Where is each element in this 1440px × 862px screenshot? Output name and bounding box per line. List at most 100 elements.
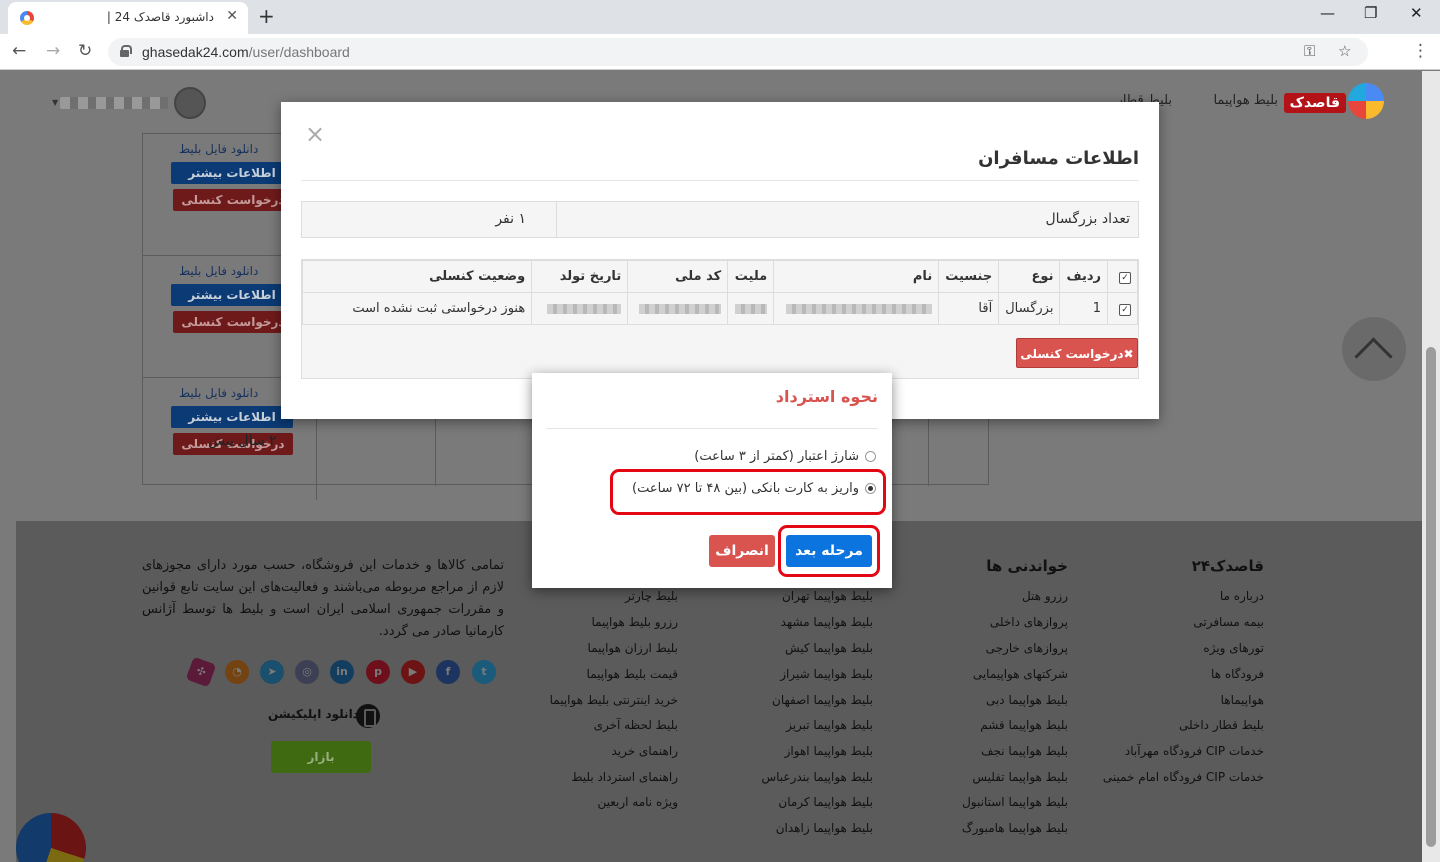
footer-heading: قاصدک۲۴	[1191, 557, 1264, 575]
footer-link[interactable]: تورهای ویژه	[1203, 641, 1264, 655]
more-info-button[interactable]: اطلاعات بیشتر	[171, 406, 293, 428]
rss-icon[interactable]: ◔	[225, 660, 249, 684]
footer-link[interactable]: بلیط هواپیما نجف	[981, 744, 1068, 758]
footer-link[interactable]: پروازهای خارجی	[986, 641, 1068, 655]
footer-link[interactable]: راهنمای خرید	[611, 744, 678, 758]
dialog-title: نحوه استرداد	[775, 387, 878, 406]
youtube-icon[interactable]: ▶	[401, 660, 425, 684]
footer-link[interactable]: رزرو هتل	[1022, 589, 1068, 603]
new-tab-icon[interactable]: +	[258, 4, 275, 28]
footer-link[interactable]: بلیط هواپیما اصفهان	[772, 693, 873, 707]
download-ticket-link[interactable]: دانلود فایل بلیط	[179, 142, 258, 156]
footer-link[interactable]: خرید اینترنتی بلیط هواپیما	[550, 693, 678, 707]
column-header: وضعیت کنسلی	[301, 260, 533, 293]
row-index: 1	[1059, 292, 1108, 325]
logo-icon	[1348, 83, 1384, 119]
restore-icon[interactable]: ❐	[1364, 4, 1377, 22]
footer-link[interactable]: ویژه نامه اربعین	[597, 795, 678, 809]
cancel-request-button[interactable]: درخواست کنسلی	[173, 311, 293, 333]
footer-link[interactable]: بلیط هواپیما استانبول	[962, 795, 1068, 809]
scrollbar-thumb[interactable]	[1426, 347, 1436, 847]
request-cancel-label: درخواست کنسلی	[1020, 347, 1124, 361]
aparat-icon[interactable]: ✣	[185, 656, 217, 688]
footer-link[interactable]: بلیط هواپیما تهران	[782, 589, 873, 603]
footer-link[interactable]: بلیط هواپیما قشم	[980, 718, 1068, 732]
footer-link[interactable]: پروازهای داخلی	[990, 615, 1068, 629]
footer-link[interactable]: بلیط هواپیما کرمان	[778, 795, 873, 809]
chevron-down-icon[interactable]: ▼	[52, 98, 58, 107]
telegram-icon[interactable]: ➤	[260, 660, 284, 684]
footer-link[interactable]: قیمت بلیط هواپیما	[587, 667, 678, 681]
page: قاصدک بلیط هواپیما بلیط قطار ▼ دانلود فا…	[0, 71, 1440, 862]
passenger-name-blurred	[786, 303, 933, 314]
close-window-icon[interactable]: ✕	[1410, 4, 1423, 22]
twitter-icon[interactable]: t	[472, 660, 496, 684]
footer-link[interactable]: بلیط ارزان هواپیما	[588, 641, 678, 655]
row-checkbox[interactable]: ✓	[1119, 304, 1131, 316]
star-icon[interactable]: ☆	[1338, 42, 1351, 60]
linkedin-icon[interactable]: in	[330, 660, 354, 684]
footer-link[interactable]: بلیط هواپیما تفلیس	[972, 770, 1068, 784]
footer-link[interactable]: بلیط هواپیما زاهدان	[776, 821, 873, 835]
footer-link[interactable]: بلیط هواپیما تبریز	[786, 718, 873, 732]
scroll-to-top-icon[interactable]	[1342, 317, 1406, 381]
nav-flight[interactable]: بلیط هواپیما	[1213, 93, 1278, 108]
footer-link[interactable]: بلیط هواپیما هامبورگ	[962, 821, 1068, 835]
close-icon[interactable]: ×	[305, 120, 325, 148]
nationality-blurred	[735, 303, 768, 314]
site-logo[interactable]: قاصدک	[1283, 81, 1384, 121]
footer-link[interactable]: بلیط هواپیما مشهد	[781, 615, 873, 629]
footer-link[interactable]: بلیط قطار داخلی	[1179, 718, 1264, 732]
passenger-info-modal: × اطلاعات مسافران تعداد بزرگسال ۱ نفر ✓ …	[281, 102, 1159, 419]
facebook-icon[interactable]: f	[436, 660, 460, 684]
column-header: نام	[773, 260, 940, 293]
address-bar: ← → ↻ ghasedak24.com/user/dashboard ⚿ ☆ …	[0, 34, 1440, 70]
footer-link[interactable]: راهنمای استرداد بلیط	[571, 770, 678, 784]
footer-link[interactable]: بلیط هواپیما شیراز	[780, 667, 873, 681]
url-input[interactable]: ghasedak24.com/user/dashboard ⚿ ☆	[108, 38, 1368, 66]
footer-link[interactable]: هواپیماها	[1221, 693, 1264, 707]
pinterest-icon[interactable]: p	[366, 660, 390, 684]
request-cancel-button[interactable]: ✖درخواست کنسلی	[1016, 338, 1138, 368]
footer-link[interactable]: خدمات CIP فرودگاه امام خمینی	[1103, 770, 1264, 784]
url-path: /user/dashboard	[248, 44, 350, 60]
back-icon[interactable]: ←	[12, 41, 26, 61]
footer-link[interactable]: بلیط لحظه آخری	[594, 718, 678, 732]
footer-link[interactable]: بلیط هواپیما دبی	[986, 693, 1068, 707]
option-credit-label: شارژ اعتبار (کمتر از ۳ ساعت)	[694, 449, 859, 464]
radio-credit[interactable]	[865, 451, 876, 462]
footer-link[interactable]: بلیط هواپیما کیش	[785, 641, 873, 655]
download-ticket-link[interactable]: دانلود فایل بلیط	[179, 264, 258, 278]
footer-link[interactable]: خدمات CIP فرودگاه مهرآباد	[1125, 744, 1264, 758]
footer-link[interactable]: بلیط هواپیما بندرعباس	[761, 770, 873, 784]
footer-link[interactable]: درباره ما	[1220, 589, 1264, 603]
browser-tab[interactable]: داشبورد قاصدک 24 | ✕	[8, 2, 248, 34]
refund-option-credit[interactable]: شارژ اعتبار (کمتر از ۳ ساعت)	[694, 449, 876, 464]
more-info-button[interactable]: اطلاعات بیشتر	[171, 162, 293, 184]
more-info-button[interactable]: اطلاعات بیشتر	[171, 284, 293, 306]
footer-link[interactable]: بلیط هواپیما اهواز	[785, 744, 873, 758]
passenger-gender: آقا	[938, 292, 1000, 325]
page-scrollbar[interactable]	[1422, 71, 1440, 862]
close-tab-icon[interactable]: ✕	[226, 8, 238, 24]
user-name-blurred[interactable]	[60, 97, 168, 109]
bazaar-badge[interactable]: بازار	[271, 741, 371, 773]
reload-icon[interactable]: ↻	[78, 41, 92, 61]
key-icon[interactable]: ⚿	[1304, 42, 1315, 60]
cancel-button[interactable]: انصراف	[709, 535, 775, 567]
forward-icon[interactable]: →	[46, 41, 60, 61]
refund-method-dialog: نحوه استرداد شارژ اعتبار (کمتر از ۳ ساعت…	[532, 373, 892, 588]
browser-menu-icon[interactable]: ⋮	[1412, 41, 1429, 61]
minimize-icon[interactable]: —	[1320, 4, 1335, 22]
user-avatar-icon[interactable]	[174, 87, 206, 119]
select-all-checkbox[interactable]: ✓	[1119, 272, 1131, 284]
footer-link[interactable]: بلیط چارتر	[625, 589, 678, 603]
download-ticket-link[interactable]: دانلود فایل بلیط	[179, 386, 258, 400]
footer-link[interactable]: بیمه مسافرتی	[1193, 615, 1264, 629]
cancel-request-button[interactable]: درخواست کنسلی	[173, 189, 293, 211]
instagram-icon[interactable]: ◎	[295, 660, 319, 684]
footer-link[interactable]: رزرو بلیط هواپیما	[591, 615, 678, 629]
footer-link[interactable]: شرکتهای هواپیمایی	[973, 667, 1068, 681]
time-ago: ۲ سال پیش	[208, 433, 277, 449]
footer-link[interactable]: فرودگاه ها	[1211, 667, 1264, 681]
